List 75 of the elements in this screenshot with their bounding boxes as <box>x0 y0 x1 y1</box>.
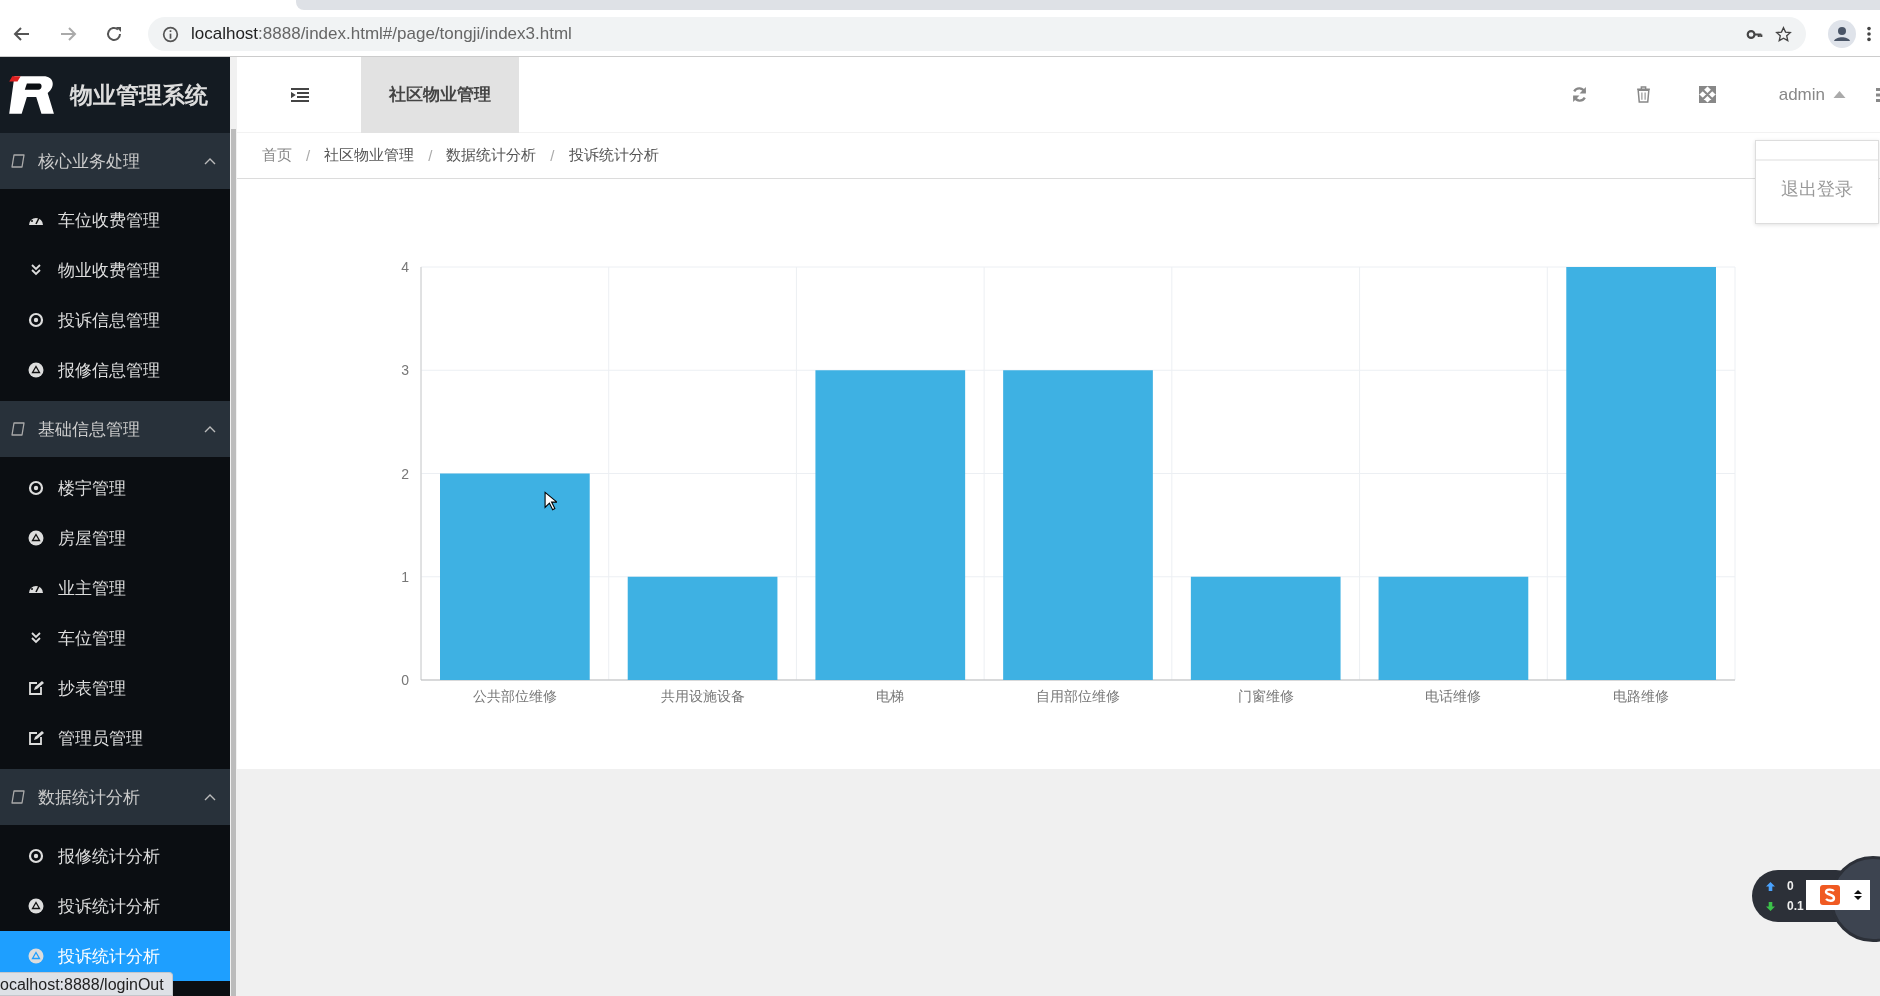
edit-icon <box>28 680 44 696</box>
user-menu[interactable]: admin <box>1778 84 1846 105</box>
x-tick-label: 电话维修 <box>1425 688 1482 704</box>
target-icon <box>28 480 44 496</box>
menu-toggle-icon[interactable] <box>291 87 309 102</box>
sogou-logo-icon <box>1820 885 1840 905</box>
info-icon[interactable] <box>162 25 179 43</box>
download-speed: 0.1 <box>1787 899 1804 913</box>
chevron-up-icon <box>204 425 216 433</box>
y-tick-label: 2 <box>401 465 409 482</box>
trash-icon[interactable] <box>1634 86 1652 103</box>
refresh-icon[interactable] <box>1570 86 1588 103</box>
star-icon[interactable] <box>1775 25 1792 43</box>
leaf-icon <box>10 153 26 169</box>
leaf-icon <box>10 421 26 437</box>
sidebar-item[interactable]: 管理员管理 <box>0 713 230 763</box>
fullscreen-icon[interactable] <box>1698 86 1716 103</box>
url-text: localhost:8888/index.html#/page/tongji/index3.html <box>191 24 572 44</box>
upload-speed: 0 <box>1787 879 1794 893</box>
y-tick-label: 4 <box>401 259 409 275</box>
menu-group-header[interactable]: 基础信息管理 <box>0 401 230 457</box>
menu-icon[interactable] <box>1866 25 1872 43</box>
sidebar-item[interactable]: 业主管理 <box>0 563 230 613</box>
menu-group-header[interactable]: 核心业务处理 <box>0 133 230 189</box>
sidebar-item[interactable]: 报修统计分析 <box>0 831 230 881</box>
sidebar-item[interactable]: 物业收费管理 <box>0 245 230 295</box>
breadcrumb-separator: / <box>306 147 311 164</box>
breadcrumb-link[interactable]: 投诉统计分析 <box>568 146 659 165</box>
sidebar-item[interactable]: 抄表管理 <box>0 663 230 713</box>
y-tick-label: 1 <box>401 568 409 585</box>
triangle-circle-icon <box>28 530 44 546</box>
x-tick-label: 门窗维修 <box>1237 688 1294 704</box>
caret-icon <box>1854 889 1862 901</box>
x-tick-label: 公共部位维修 <box>472 688 557 704</box>
menu-group-header[interactable]: 数据统计分析 <box>0 769 230 825</box>
breadcrumb-link[interactable]: 社区物业管理 <box>324 146 415 165</box>
sidebar-item[interactable]: 房屋管理 <box>0 513 230 563</box>
triangle-circle-icon <box>28 898 44 914</box>
target-icon <box>28 312 44 328</box>
sidebar-item[interactable]: 投诉统计分析 <box>0 881 230 931</box>
chevron-up-icon <box>204 157 216 165</box>
profile-icon[interactable] <box>1828 20 1856 48</box>
triangle-circle-icon <box>28 362 44 378</box>
y-tick-label: 3 <box>401 362 409 379</box>
breadcrumb-separator: / <box>550 147 555 164</box>
x-tick-label: 电梯 <box>876 688 905 704</box>
mouse-cursor-icon <box>544 491 557 511</box>
double-chevron-icon <box>28 262 44 278</box>
leaf-icon <box>10 789 26 805</box>
breadcrumb-link[interactable]: 首页 <box>262 146 292 165</box>
x-tick-label: 共用设施设备 <box>660 688 745 704</box>
x-tick-label: 自用部位维修 <box>1036 688 1120 704</box>
triangle-circle-icon <box>28 948 44 964</box>
app-title: 物业管理系统 <box>70 80 208 110</box>
status-url-tooltip: ocalhost:8888/loginOut <box>0 972 173 996</box>
chevron-up-icon <box>204 793 216 801</box>
address-bar[interactable]: localhost:8888/index.html#/page/tongji/index3.html <box>148 17 1806 51</box>
target-icon <box>28 848 44 864</box>
header-tab[interactable]: 社区物业管理 <box>361 56 519 133</box>
breadcrumb-separator: / <box>428 147 433 164</box>
sidebar-item[interactable]: 车位管理 <box>0 613 230 663</box>
x-tick-label: 电路维修 <box>1613 688 1670 704</box>
double-chevron-icon <box>28 630 44 646</box>
download-arrow-icon <box>1766 901 1775 911</box>
y-tick-label: 0 <box>401 672 409 688</box>
upload-arrow-icon <box>1766 881 1775 891</box>
caret-up-icon <box>1833 91 1846 98</box>
more-icon[interactable] <box>1876 86 1880 103</box>
reload-icon[interactable] <box>104 24 124 44</box>
sidebar-item[interactable]: 报修信息管理 <box>0 345 230 395</box>
sidebar-item[interactable]: 投诉信息管理 <box>0 295 230 345</box>
sidebar-item[interactable]: 车位收费管理 <box>0 195 230 245</box>
breadcrumb-link[interactable]: 数据统计分析 <box>446 146 537 165</box>
edit-icon <box>28 730 44 746</box>
sidebar-item[interactable]: 楼宇管理 <box>0 463 230 513</box>
